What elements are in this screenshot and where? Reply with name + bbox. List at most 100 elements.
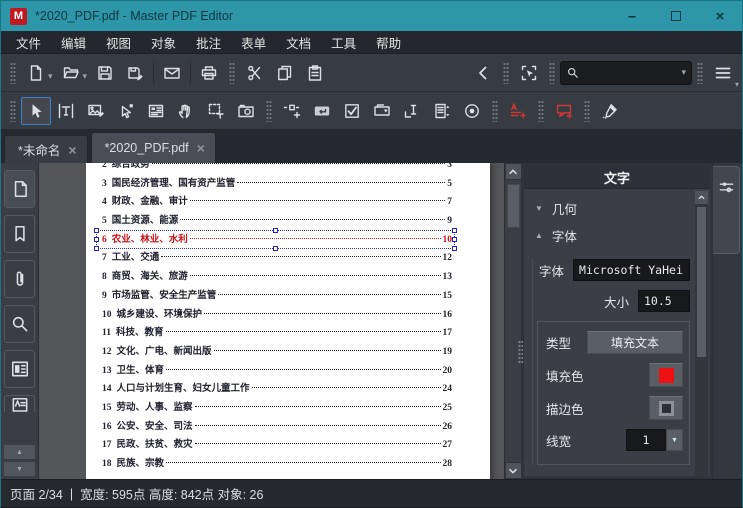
font-size-input[interactable] (638, 290, 690, 312)
toolbar-grip[interactable] (503, 61, 509, 84)
selection-handle[interactable] (94, 227, 99, 233)
menu-item[interactable]: 帮助 (366, 31, 411, 54)
minimize-button[interactable]: – (610, 1, 654, 31)
save-as-button[interactable] (120, 59, 150, 87)
stroke-color-button[interactable] (649, 396, 683, 420)
search-dropdown[interactable]: ▾ (681, 67, 686, 78)
menu-item[interactable]: 视图 (96, 31, 141, 54)
panel-splitter-grip[interactable] (518, 339, 523, 364)
selection-handle[interactable] (452, 227, 457, 233)
open-file-button[interactable] (56, 59, 86, 87)
tab-close-icon[interactable]: × (197, 141, 205, 155)
hand-tool-button[interactable] (171, 97, 201, 125)
toolbar-grip[interactable] (549, 61, 555, 84)
scroll-down-button[interactable] (504, 462, 522, 479)
toc-entry[interactable]: 2 综合政务 3 (102, 163, 452, 175)
select-area-tool-button[interactable] (201, 97, 231, 125)
radio-button-tool-button[interactable] (457, 97, 487, 125)
sidebar-scroll-up-button[interactable]: ▲ (4, 445, 35, 459)
line-width-input[interactable] (626, 429, 666, 451)
close-button[interactable]: × (698, 1, 742, 31)
list-box-tool-button[interactable] (427, 97, 457, 125)
form-fields-panel-button[interactable] (4, 395, 35, 412)
edit-image-tool-button[interactable] (81, 97, 111, 125)
print-button[interactable] (194, 59, 224, 87)
toc-entry[interactable]: 4 财政、金融、审计 7 (102, 193, 452, 212)
toolbar-grip[interactable] (697, 61, 703, 84)
fill-color-button[interactable] (649, 363, 683, 387)
menu-item[interactable]: 表单 (231, 31, 276, 54)
menu-item[interactable]: 文件 (6, 31, 51, 54)
scrollbar-thumb[interactable] (506, 184, 520, 228)
toolbar-grip[interactable] (10, 61, 16, 84)
toc-entry[interactable]: 5 国土资源、能源 9 (102, 212, 452, 231)
properties-tab[interactable] (713, 166, 740, 254)
panel-scrollbar-thumb[interactable] (697, 207, 706, 357)
snapshot-tool-button[interactable] (231, 97, 261, 125)
add-text-annotation-button[interactable] (503, 97, 533, 125)
toc-entry[interactable]: 15 劳动、人事、监察 25 (102, 399, 452, 418)
toc-entry[interactable]: 6 农业、林业、水利 10 (94, 227, 457, 252)
toolbar-grip[interactable] (10, 99, 16, 122)
pdf-page[interactable]: 2 综合政务 3 3 国民经济管理、国有资产监管 5 4 财政、金融、审计 7 5 国土资源、能源 9… (86, 163, 490, 479)
toc-entry[interactable]: 18 民族、宗教 28 (102, 455, 452, 474)
toolbar-grip[interactable] (229, 61, 236, 84)
selection-handle[interactable] (452, 246, 457, 252)
search-panel-button[interactable] (4, 305, 35, 343)
menu-item[interactable]: 批注 (186, 31, 231, 54)
paste-button[interactable] (300, 59, 330, 87)
selection-handle[interactable] (94, 246, 99, 252)
menu-item[interactable]: 文档 (276, 31, 321, 54)
toolbar-grip[interactable] (492, 99, 498, 122)
layers-panel-button[interactable] (4, 350, 35, 388)
toolbar-grip[interactable] (538, 99, 544, 122)
back-button[interactable] (468, 59, 498, 87)
copy-button[interactable] (270, 59, 300, 87)
bookmarks-panel-button[interactable] (4, 215, 35, 253)
toc-entry[interactable]: 13 卫生、体育 20 (102, 362, 452, 381)
line-width-dropdown-button[interactable]: ▼ (666, 429, 683, 451)
select-tool-button[interactable] (21, 96, 51, 125)
maximize-button[interactable] (654, 1, 698, 31)
menu-item[interactable]: 编辑 (51, 31, 96, 54)
toc-entry[interactable]: 9 市场监管、安全生产监管 15 (102, 287, 452, 306)
toolbar-grip[interactable] (584, 99, 590, 122)
document-scrollbar[interactable] (504, 163, 522, 479)
menu-item[interactable]: 工具 (321, 31, 366, 54)
sidebar-scroll-down-button[interactable]: ▼ (4, 462, 35, 476)
section-geometry[interactable]: ▼ 几何 (532, 195, 690, 222)
font-family-input[interactable] (573, 259, 690, 281)
email-button[interactable] (157, 59, 187, 87)
combobox-tool-button[interactable] (367, 97, 397, 125)
toc-entry[interactable]: 10 城乡建设、环境保护 16 (102, 306, 452, 325)
zoom-to-selection-button[interactable] (514, 59, 544, 87)
enter-key-tool-button[interactable] (307, 97, 337, 125)
highlighter-tool-button[interactable] (595, 97, 625, 125)
edit-text-tool-button[interactable] (51, 97, 81, 125)
main-menu-button[interactable]: ▾ (708, 59, 739, 89)
toc-entry[interactable]: 3 国民经济管理、国有资产监管 5 (102, 175, 452, 194)
new-document-button[interactable] (21, 59, 51, 87)
pages-panel-button[interactable] (4, 170, 35, 208)
edit-path-tool-button[interactable] (111, 97, 141, 125)
document-tab[interactable]: *未命名 × (4, 135, 88, 163)
tab-close-icon[interactable]: × (68, 143, 76, 157)
toc-entry[interactable]: 16 公安、安全、司法 26 (102, 418, 452, 437)
document-view[interactable]: 2 综合政务 3 3 国民经济管理、国有资产监管 5 4 财政、金融、审计 7 5 国土资源、能源 9… (39, 163, 504, 479)
toc-entry[interactable]: 14 人口与计划生育、妇女儿童工作 24 (102, 380, 452, 399)
text-field-tool-button[interactable] (397, 97, 427, 125)
toolbar-grip[interactable] (266, 99, 272, 122)
toc-entry[interactable]: 12 文化、广电、新闻出版 19 (102, 343, 452, 362)
search-input[interactable] (584, 65, 678, 80)
save-button[interactable] (90, 59, 120, 87)
document-tab[interactable]: *2020_PDF.pdf × (90, 132, 216, 163)
text-type-dropdown[interactable]: 填充文本 (587, 331, 683, 354)
add-node-tool-button[interactable] (277, 97, 307, 125)
edit-form-tool-button[interactable] (141, 97, 171, 125)
section-font[interactable]: ▲ 字体 (532, 222, 690, 249)
callout-annotation-button[interactable] (549, 97, 579, 125)
selection-handle[interactable] (452, 236, 457, 242)
attachments-panel-button[interactable] (4, 260, 35, 298)
cut-button[interactable] (240, 59, 270, 87)
selection-handle[interactable] (94, 236, 99, 242)
